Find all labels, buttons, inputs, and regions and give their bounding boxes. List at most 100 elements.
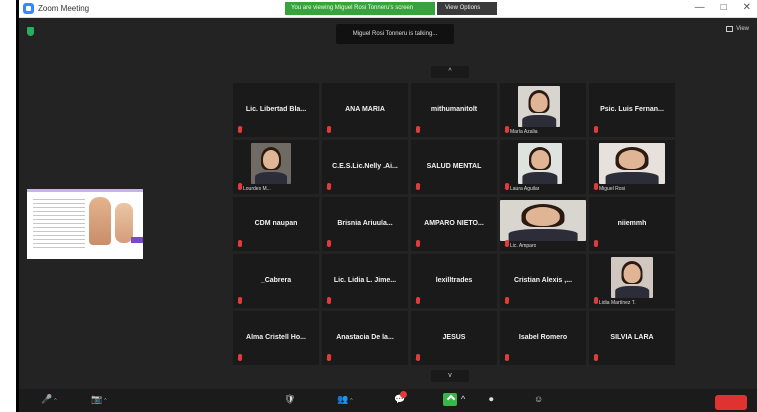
- muted-microphone-icon: [416, 354, 420, 361]
- participant-name: Cristian Alexis ,...: [513, 276, 573, 284]
- participant-tile[interactable]: Lic. Lidia L. Jime...: [322, 254, 408, 308]
- participant-tile[interactable]: mithumanitolt: [411, 83, 497, 137]
- gallery-page-down-button[interactable]: v: [431, 370, 469, 382]
- speaking-toast: Miguel Rosi Tonneru is talking...: [336, 24, 454, 44]
- video-button[interactable]: 📷 ^: [91, 394, 107, 405]
- muted-microphone-icon: [238, 126, 242, 133]
- participant-tile[interactable]: Psic. Luis Fernan...: [589, 83, 675, 137]
- participant-tile[interactable]: lexilltrades: [411, 254, 497, 308]
- participant-tile[interactable]: ANA MARÍA: [322, 83, 408, 137]
- muted-microphone-icon: [416, 297, 420, 304]
- maximize-button[interactable]: □: [721, 2, 727, 13]
- record-icon: ⏺: [489, 394, 494, 404]
- app-title: Zoom Meeting: [23, 3, 89, 14]
- participant-video: [611, 257, 653, 298]
- participant-tile[interactable]: Lic. Amparo: [500, 197, 586, 251]
- reactions-button[interactable]: ☺: [534, 394, 543, 404]
- participant-face: [618, 150, 646, 169]
- shared-purple-tab: [131, 237, 143, 243]
- chat-unread-badge: [400, 391, 407, 398]
- close-button[interactable]: ✕: [743, 2, 751, 13]
- participant-tile[interactable]: _Cabrera: [233, 254, 319, 308]
- participant-video: [599, 143, 665, 184]
- participant-tile[interactable]: Lic. Libertad Bla...: [233, 83, 319, 137]
- participant-name: niiemmh: [617, 219, 647, 227]
- participant-tile[interactable]: niiemmh: [589, 197, 675, 251]
- participants-options-caret[interactable]: ^: [350, 398, 352, 404]
- participant-name: mithumanitolt: [430, 105, 478, 113]
- view-options-button[interactable]: View Options: [437, 2, 497, 15]
- participant-tile[interactable]: Anastacia De la...: [322, 311, 408, 365]
- participant-name: Alma Cristell Ho...: [246, 333, 306, 341]
- participant-name: lexilltrades: [435, 276, 473, 284]
- muted-microphone-icon: [327, 126, 331, 133]
- muted-microphone-icon: [505, 354, 509, 361]
- muted-microphone-icon: [327, 354, 331, 361]
- minimize-button[interactable]: —: [695, 2, 705, 13]
- participant-name: JESUS: [442, 333, 466, 341]
- muted-microphone-icon: [594, 240, 598, 247]
- participant-tile[interactable]: CDM naupan: [233, 197, 319, 251]
- meeting-toolbar: 🎤 ^ 📷 ^ 🛡 👥 ^ 💬 ^ ⏺ ☺: [19, 389, 757, 412]
- muted-microphone-icon: [327, 183, 331, 190]
- participant-tile[interactable]: Cristian Alexis ,...: [500, 254, 586, 308]
- participant-tile[interactable]: Laura Aguilar: [500, 140, 586, 194]
- gallery-grid: Lic. Libertad Bla... ANA MARÍA mithumanito…: [233, 83, 677, 365]
- reactions-icon: ☺: [534, 394, 544, 404]
- muted-microphone-icon: [416, 183, 420, 190]
- participant-body: [615, 285, 649, 298]
- participant-tile[interactable]: Isabel Romero: [500, 311, 586, 365]
- chat-button[interactable]: 💬: [394, 391, 407, 405]
- muted-microphone-icon: [505, 240, 509, 247]
- muted-microphone-icon: [594, 354, 598, 361]
- participant-face: [531, 150, 549, 169]
- video-options-caret[interactable]: ^: [104, 398, 106, 404]
- participant-name: AMPARO NIETO...: [424, 219, 484, 227]
- gallery-page-up-button[interactable]: ^: [431, 66, 469, 78]
- participant-video: [500, 200, 586, 241]
- participant-tile[interactable]: JESUS: [411, 311, 497, 365]
- participant-tile[interactable]: Brisnia Ariuula...: [322, 197, 408, 251]
- muted-microphone-icon: [416, 240, 420, 247]
- participant-tile[interactable]: C.E.S.Lic.Nelly .Ai...: [322, 140, 408, 194]
- mute-options-caret[interactable]: ^: [54, 398, 56, 404]
- window-title: Zoom Meeting: [38, 4, 90, 13]
- encryption-shield-icon[interactable]: [27, 27, 34, 36]
- muted-microphone-icon: [594, 126, 598, 133]
- end-meeting-button[interactable]: [715, 395, 747, 410]
- screen-share-banner: You are viewing Miguel Rosi Tonneru's sc…: [285, 2, 435, 15]
- muted-microphone-icon: [505, 183, 509, 190]
- participant-tile[interactable]: Lourdes M...: [233, 140, 319, 194]
- participant-tile[interactable]: SILVIA LARA: [589, 311, 675, 365]
- participant-body: [605, 171, 659, 184]
- participant-tile[interactable]: Alma Cristell Ho...: [233, 311, 319, 365]
- share-screen-button[interactable]: [443, 393, 457, 406]
- participant-video: [251, 143, 291, 184]
- participant-video: [518, 143, 562, 184]
- shared-screen-thumbnail[interactable]: [27, 189, 143, 259]
- muted-microphone-icon: [594, 297, 598, 304]
- participant-tile[interactable]: María Azalia: [500, 83, 586, 137]
- security-button[interactable]: 🛡: [284, 394, 295, 405]
- shared-image-person: [89, 197, 111, 245]
- shared-text-block: [33, 199, 85, 249]
- muted-microphone-icon: [327, 240, 331, 247]
- record-button[interactable]: ⏺: [489, 394, 494, 405]
- participant-tile[interactable]: AMPARO NIETO...: [411, 197, 497, 251]
- share-options-caret[interactable]: ^: [461, 394, 465, 404]
- shared-header-bar: [27, 189, 143, 192]
- participant-face: [530, 93, 548, 112]
- participant-tile[interactable]: Miguel Rosi: [589, 140, 675, 194]
- muted-microphone-icon: [238, 183, 242, 190]
- muted-microphone-icon: [505, 297, 509, 304]
- participant-video-name: María Azalia: [510, 129, 538, 135]
- participant-video-name: Lourdes M...: [243, 186, 271, 192]
- view-button[interactable]: View: [726, 26, 749, 32]
- participant-tile[interactable]: Lidia Martínez T.: [589, 254, 675, 308]
- participants-button[interactable]: 👥 ^: [337, 394, 353, 405]
- participant-name: _Cabrera: [260, 276, 292, 284]
- participant-name: Brisnia Ariuula...: [337, 219, 393, 227]
- participant-video-name: Miguel Rosi: [599, 186, 626, 192]
- participant-tile[interactable]: SALUD MENTAL: [411, 140, 497, 194]
- mute-button[interactable]: 🎤 ^: [41, 394, 57, 405]
